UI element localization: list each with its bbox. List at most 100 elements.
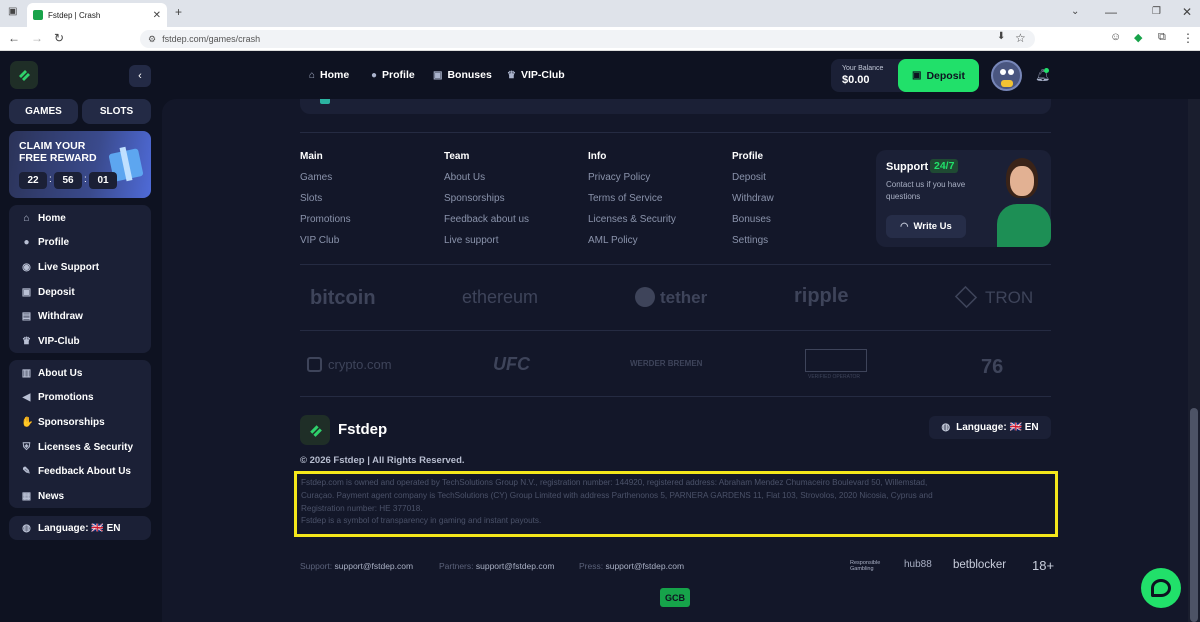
reload-icon[interactable]: ↻ xyxy=(54,31,64,45)
press-contact: Press: support@fstdep.com xyxy=(579,561,684,571)
sidebar-item-home[interactable]: ⌂ Home xyxy=(9,206,151,231)
legal-line: Fstdep is a symbol of transparency in ga… xyxy=(301,516,542,526)
install-icon[interactable]: ⬇ xyxy=(997,31,1005,42)
sidebar-item-vip-club[interactable]: ♛ VIP-Club xyxy=(9,329,151,354)
footer-link-sponsorships[interactable]: Sponsorships xyxy=(444,193,505,204)
tab-title: Fstdep | Crash xyxy=(48,10,101,20)
nav-vip-label: VIP-Club xyxy=(520,69,565,81)
sidebar-item-about-us[interactable]: ▥ About Us xyxy=(9,361,151,386)
scrollbar-thumb[interactable] xyxy=(1190,408,1198,622)
sidebar-language-selector[interactable]: ◍ Language: 🇬🇧 EN xyxy=(9,516,151,540)
sidebar-item-promotions[interactable]: ◀ Promotions xyxy=(9,386,151,411)
partners-email-link[interactable]: support@fstdep.com xyxy=(476,561,555,571)
sidebar-item-news[interactable]: ▦ News xyxy=(9,484,151,509)
home-icon: ⌂ xyxy=(309,69,316,81)
footer-logo[interactable] xyxy=(300,415,330,445)
footer-link-settings[interactable]: Settings xyxy=(732,235,768,246)
withdraw-icon: ▤ xyxy=(21,311,32,323)
user-icon: ● xyxy=(23,237,30,249)
maximize-icon[interactable]: ❐ xyxy=(1152,6,1161,17)
chevron-left-icon: ‹ xyxy=(138,70,142,82)
ufc-logo: UFC xyxy=(493,354,530,374)
megaphone-icon: ◀ xyxy=(22,392,31,404)
minimize-icon[interactable]: — xyxy=(1105,5,1117,19)
window-close-icon[interactable]: ✕ xyxy=(1182,5,1192,19)
sidebar-item-licenses[interactable]: ⛨ Licenses & Security xyxy=(9,435,151,460)
games-button[interactable]: GAMES xyxy=(9,99,78,124)
crown-icon: ♛ xyxy=(22,335,31,347)
footer-link-feedback[interactable]: Feedback about us xyxy=(444,214,529,225)
sidebar-item-feedback[interactable]: ✎ Feedback About Us xyxy=(9,459,151,484)
chat-icon: ◉ xyxy=(22,261,31,273)
close-tab-icon[interactable]: ✕ xyxy=(153,10,161,21)
sidebar-item-deposit[interactable]: ▣ Deposit xyxy=(9,280,151,305)
footer-link-about-us[interactable]: About Us xyxy=(444,172,485,183)
new-tab-icon[interactable]: + xyxy=(175,5,182,19)
live-chat-button[interactable] xyxy=(1141,568,1181,608)
deposit-button[interactable]: ▣ Deposit xyxy=(898,59,979,92)
claim-reward-banner[interactable]: CLAIM YOUR FREE REWARD 22 : 56 : 01 xyxy=(9,131,151,198)
sidebar-item-label: Withdraw xyxy=(38,311,83,323)
nav-home[interactable]: ⌂ Home xyxy=(309,69,349,81)
sidebar-item-withdraw[interactable]: ▤ Withdraw xyxy=(9,304,151,329)
footer-link-live-support[interactable]: Live support xyxy=(444,235,498,246)
crown-icon: ♛ xyxy=(507,69,516,81)
footer-link-terms[interactable]: Terms of Service xyxy=(588,193,662,204)
tron-logo: TRON xyxy=(985,288,1034,307)
browser-menu-icon[interactable]: ⋮ xyxy=(1182,31,1194,45)
nav-bonuses[interactable]: ▣ Bonuses xyxy=(433,69,492,81)
extension-green-icon[interactable]: ◆ xyxy=(1134,31,1142,44)
sidebar-item-label: Licenses & Security xyxy=(38,441,134,453)
bookmark-star-icon[interactable]: ☆ xyxy=(1015,31,1026,45)
footer-link-slots[interactable]: Slots xyxy=(300,193,322,204)
timer-seconds: 01 xyxy=(89,172,117,189)
footer-link-withdraw[interactable]: Withdraw xyxy=(732,193,774,204)
footer-language-selector[interactable]: ◍ Language: 🇬🇧 EN xyxy=(929,416,1051,439)
footer-link-licenses[interactable]: Licenses & Security xyxy=(588,214,676,225)
footer-link-games[interactable]: Games xyxy=(300,172,332,183)
responsible-gambling-logo[interactable]: Responsible Gambling xyxy=(850,560,890,572)
nav-profile-label: Profile xyxy=(382,69,415,81)
sidebar-item-profile[interactable]: ● Profile xyxy=(9,231,151,256)
site-favicon-icon xyxy=(33,10,43,20)
press-email-link[interactable]: support@fstdep.com xyxy=(605,561,684,571)
footer-link-privacy[interactable]: Privacy Policy xyxy=(588,172,650,183)
nav-profile[interactable]: ● Profile xyxy=(371,69,415,81)
write-us-button[interactable]: ◠ Write Us xyxy=(886,215,966,238)
book-icon: ▥ xyxy=(21,367,32,379)
age-18-badge: 18+ xyxy=(1032,558,1055,573)
avatar[interactable] xyxy=(991,60,1022,91)
footer-link-bonuses[interactable]: Bonuses xyxy=(732,214,771,225)
globe-icon: ◍ xyxy=(22,522,31,534)
back-icon[interactable]: ← xyxy=(8,31,20,45)
sidebar-item-sponsorships[interactable]: ✋ Sponsorships xyxy=(9,410,151,435)
url-field[interactable]: ⚙ fstdep.com/games/crash xyxy=(140,30,1035,48)
support-badge: 24/7 xyxy=(930,159,959,173)
site-info-icon[interactable]: ⚙ xyxy=(148,34,156,45)
footer-link-promotions[interactable]: Promotions xyxy=(300,214,351,225)
sidebar-item-live-support[interactable]: ◉ Live Support xyxy=(9,255,151,280)
footer-link-vip-club[interactable]: VIP Club xyxy=(300,235,339,246)
tab-menu-icon[interactable]: ▣ xyxy=(8,6,17,17)
timer-sep: : xyxy=(84,174,87,185)
browser-tab[interactable]: Fstdep | Crash ✕ xyxy=(27,3,167,27)
extensions-puzzle-icon[interactable]: ⧉ xyxy=(1158,31,1166,44)
betblocker-logo[interactable]: betblocker xyxy=(953,559,1006,571)
gcb-seal[interactable]: GCB xyxy=(660,588,690,607)
support-email-link[interactable]: support@fstdep.com xyxy=(335,561,414,571)
footer-link-deposit[interactable]: Deposit xyxy=(732,172,766,183)
footer-link-aml[interactable]: AML Policy xyxy=(588,235,638,246)
ripple-logo: ripple xyxy=(794,285,849,307)
site-logo[interactable] xyxy=(10,61,38,89)
write-us-label: Write Us xyxy=(913,221,952,232)
ethereum-logo: ethereum xyxy=(462,287,539,307)
slots-button[interactable]: SLOTS xyxy=(82,99,151,124)
forward-icon[interactable]: → xyxy=(31,31,43,45)
balance-label: Your Balance xyxy=(842,65,884,72)
wallet-icon: ▣ xyxy=(21,286,32,298)
nav-vip-club[interactable]: ♛ VIP-Club xyxy=(507,69,565,81)
extension-icon[interactable]: ☺ xyxy=(1110,31,1121,43)
collapse-sidebar-button[interactable]: ‹ xyxy=(129,65,151,87)
divider xyxy=(300,330,1051,331)
tab-list-icon[interactable]: ⌄ xyxy=(1071,6,1079,17)
